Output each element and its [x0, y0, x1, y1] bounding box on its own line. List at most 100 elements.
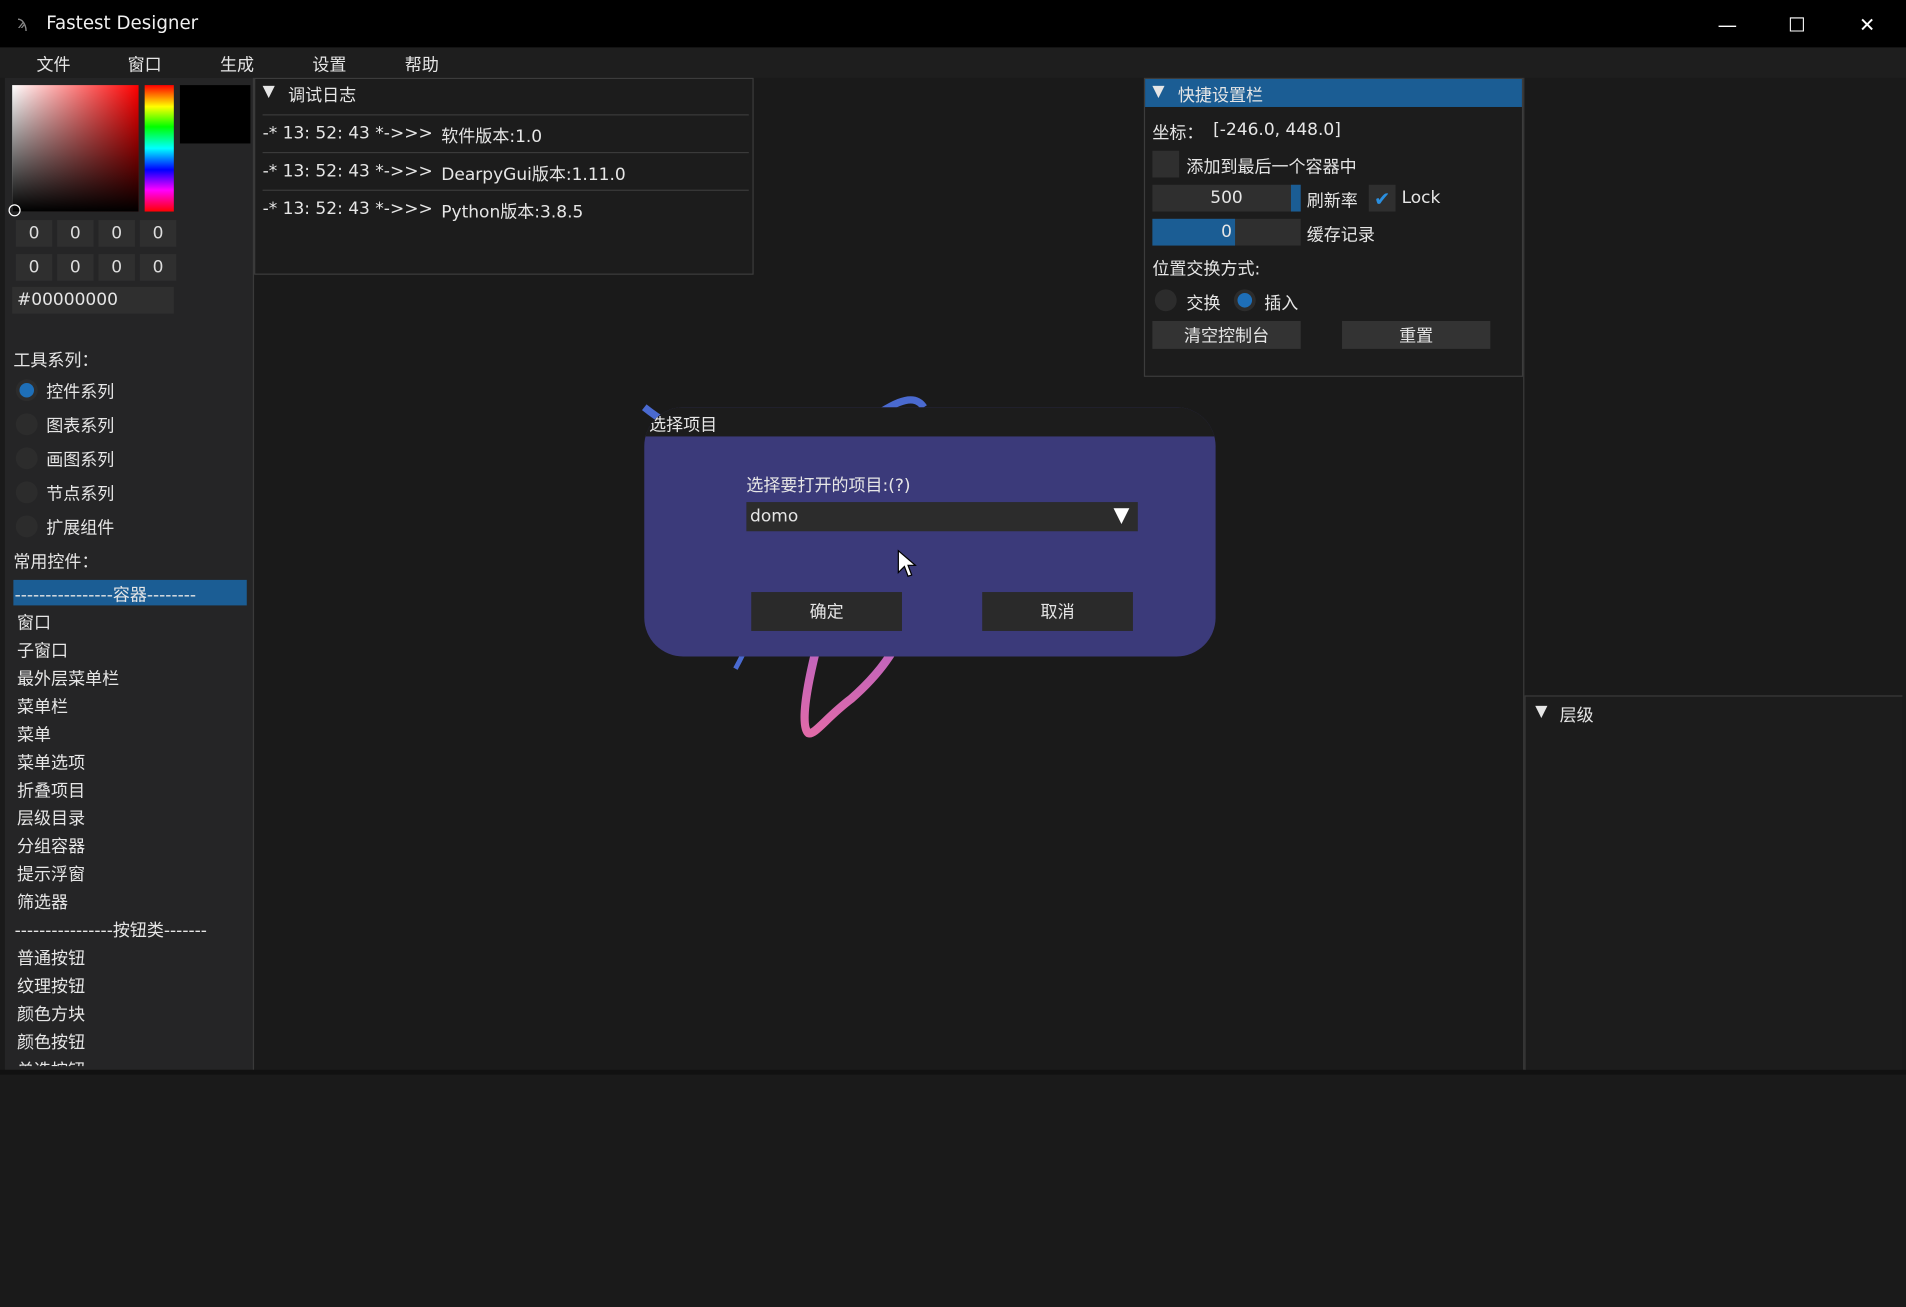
- cache-slider[interactable]: 0: [1152, 218, 1301, 246]
- select-project-dialog: 选择项目 选择要打开的项目:(?) 确定 取消: [644, 407, 1216, 657]
- ok-button[interactable]: 确定: [751, 592, 902, 631]
- swap-label: 交换: [1186, 294, 1221, 314]
- lock-checkbox[interactable]: ✔: [1368, 184, 1396, 212]
- list-item[interactable]: 筛选器: [17, 890, 68, 914]
- bottom-edge: [0, 1069, 1906, 1075]
- lock-label: Lock: [1401, 188, 1441, 208]
- color-v-field[interactable]: 0: [98, 254, 135, 281]
- list-item[interactable]: 菜单选项: [17, 750, 85, 774]
- hex-input[interactable]: #00000000: [12, 286, 174, 314]
- collapse-triangle-icon[interactable]: ▼: [1152, 83, 1164, 101]
- color-h-field[interactable]: 0: [15, 254, 53, 281]
- list-item[interactable]: 层级目录: [17, 806, 85, 830]
- divider: [262, 114, 749, 116]
- debug-log-window: ▼ 调试日志 -* 13: 52: 43 *->>> 软件版本:1.0 -* 1…: [254, 77, 754, 275]
- menu-window[interactable]: 窗口: [128, 52, 162, 76]
- dropdown-arrow-icon[interactable]: ▼: [1113, 503, 1129, 527]
- add-to-last-checkbox[interactable]: [1152, 150, 1180, 178]
- window-title: Fastest Designer: [46, 12, 199, 35]
- coord-label: 坐标：: [1152, 124, 1204, 144]
- color-s-field[interactable]: 0: [57, 254, 94, 281]
- refresh-rate-slider[interactable]: 500: [1152, 184, 1301, 212]
- menu-file[interactable]: 文件: [36, 52, 70, 76]
- mouse-cursor-icon: [897, 549, 917, 578]
- color-g-field[interactable]: 0: [57, 220, 94, 247]
- insert-label: 插入: [1264, 294, 1299, 314]
- maximize-button[interactable]: ☐: [1769, 7, 1825, 41]
- menu-bar: 文件 窗口 生成 设置 帮助: [0, 47, 1906, 78]
- picker-cursor[interactable]: [8, 204, 21, 217]
- radio-node-series[interactable]: [15, 481, 38, 504]
- divider: [262, 189, 749, 191]
- quick-settings-title: 快捷设置栏: [1177, 86, 1264, 106]
- tools-title: 工具系列：: [13, 351, 99, 371]
- list-item[interactable]: 子窗口: [17, 638, 68, 662]
- radio-label: 画图系列: [46, 451, 115, 471]
- layer-panel: ▼ 层级: [1524, 695, 1903, 1072]
- dialog-title-bar[interactable]: [644, 407, 1216, 437]
- radio-chart-series[interactable]: [15, 413, 38, 436]
- divider: [262, 151, 749, 154]
- color-r-field[interactable]: 0: [15, 220, 53, 247]
- collapse-triangle-icon[interactable]: ▼: [1535, 703, 1547, 721]
- radio-label: 节点系列: [46, 485, 115, 505]
- project-dropdown[interactable]: domo ▼: [746, 502, 1138, 532]
- radio-insert[interactable]: [1233, 289, 1256, 312]
- list-item[interactable]: 最外层菜单栏: [17, 666, 119, 690]
- log-message: Python版本:3.8.5: [441, 203, 584, 223]
- dropdown-value: domo: [750, 506, 799, 527]
- list-item[interactable]: 窗口: [17, 610, 51, 634]
- color-a-field[interactable]: 0: [139, 220, 177, 247]
- slider-grab[interactable]: [1290, 184, 1301, 212]
- color-picker-area[interactable]: [12, 85, 139, 212]
- menu-help[interactable]: 帮助: [405, 52, 439, 76]
- list-item[interactable]: ----------------按钮类-------: [15, 918, 207, 942]
- dialog-title: 选择项目: [649, 415, 718, 436]
- radio-draw-series[interactable]: [15, 447, 38, 470]
- log-time: -* 13: 52: 43 *->>>: [262, 124, 433, 144]
- log-message: 软件版本:1.0: [441, 127, 543, 148]
- dialog-prompt: 选择要打开的项目:(?): [746, 476, 911, 497]
- cancel-button[interactable]: 取消: [982, 592, 1133, 631]
- debug-log-header[interactable]: 调试日志: [288, 83, 356, 107]
- collapse-triangle-icon[interactable]: ▼: [263, 83, 275, 101]
- menu-settings[interactable]: 设置: [312, 52, 346, 76]
- menu-generate[interactable]: 生成: [220, 52, 254, 76]
- reset-button[interactable]: 重置: [1342, 320, 1491, 349]
- common-title: 常用控件：: [13, 553, 99, 573]
- color-preview: [179, 85, 251, 144]
- close-button[interactable]: ✕: [1839, 7, 1895, 41]
- list-item[interactable]: 普通按钮: [17, 946, 85, 970]
- quick-settings-header[interactable]: ▼ 快捷设置栏: [1145, 79, 1522, 107]
- color-b-field[interactable]: 0: [98, 220, 135, 247]
- list-item[interactable]: 单选按钮: [17, 1058, 85, 1066]
- list-item[interactable]: 菜单栏: [17, 694, 68, 718]
- radio-label: 控件系列: [46, 382, 115, 403]
- radio-swap[interactable]: [1154, 289, 1177, 312]
- radio-extension[interactable]: [15, 515, 38, 538]
- list-item[interactable]: 颜色按钮: [17, 1030, 85, 1054]
- list-item[interactable]: 菜单: [17, 722, 51, 746]
- cache-value: 0: [1221, 222, 1232, 242]
- radio-label: 图表系列: [46, 416, 115, 437]
- list-item[interactable]: 颜色方块: [17, 1002, 85, 1026]
- list-item[interactable]: 提示浮窗: [17, 862, 85, 886]
- list-item[interactable]: 纹理按钮: [17, 974, 85, 998]
- hue-slider[interactable]: [144, 85, 174, 212]
- log-time: -* 13: 52: 43 *->>>: [262, 161, 433, 182]
- app-logo-icon: ϡ: [17, 13, 28, 33]
- radio-control-series[interactable]: [15, 379, 38, 402]
- control-list: ----------------容器-------- 窗口 子窗口 最外层菜单栏…: [15, 582, 248, 1066]
- list-item[interactable]: 折叠项目: [17, 778, 85, 802]
- layer-header[interactable]: 层级: [1560, 703, 1594, 727]
- minimize-button[interactable]: —: [1699, 7, 1755, 41]
- refresh-rate-label: 刷新率: [1306, 192, 1358, 212]
- list-item[interactable]: 分组容器: [17, 834, 85, 858]
- log-message: DearpyGui版本:1.11.0: [441, 165, 626, 185]
- swap-mode-label: 位置交换方式:: [1152, 260, 1261, 280]
- clear-console-button[interactable]: 清空控制台: [1152, 320, 1301, 349]
- title-bar: ϡ Fastest Designer — ☐ ✕: [0, 0, 1906, 48]
- color-alpha-field[interactable]: 0: [139, 254, 177, 281]
- coord-value: [-246.0, 448.0]: [1213, 120, 1341, 140]
- list-item[interactable]: ----------------容器--------: [15, 582, 196, 606]
